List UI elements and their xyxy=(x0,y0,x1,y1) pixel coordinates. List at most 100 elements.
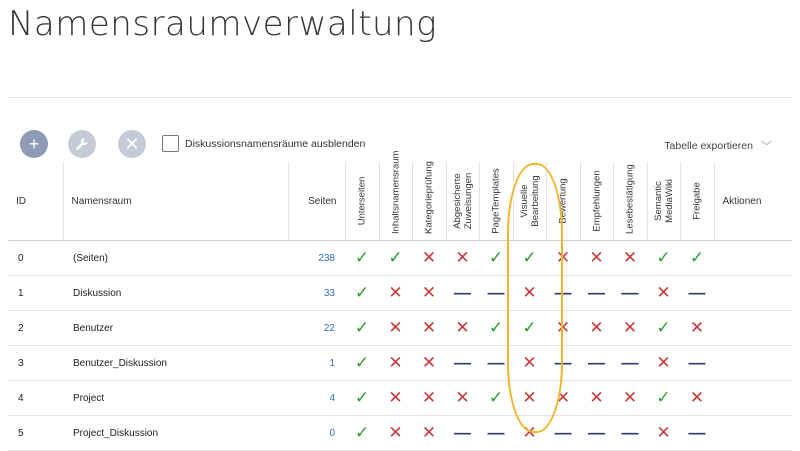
column-header-feature[interactable]: Kategorieprüfung xyxy=(411,161,446,241)
cross-icon: ✕ xyxy=(522,388,537,407)
feature-status-cell: ✕ xyxy=(613,310,647,346)
column-header-feature[interactable]: Freigabe xyxy=(679,162,714,241)
cross-icon: ✕ xyxy=(522,423,537,442)
column-header-feature[interactable]: Inhaltsnamensraum xyxy=(378,150,412,241)
column-header-feature[interactable]: Visuelle Bearbeitung xyxy=(512,162,546,241)
column-header-id[interactable]: ID xyxy=(8,162,63,241)
feature-status-cell: ✓ xyxy=(647,240,680,276)
dash-icon: — xyxy=(588,353,605,372)
cross-icon: ✕ xyxy=(388,388,403,407)
feature-status-cell: ✕ xyxy=(412,380,446,416)
export-table-button[interactable]: Tabelle exportieren ﹀ xyxy=(664,138,772,154)
feature-status-cell: ✕ xyxy=(513,275,546,311)
cross-icon: ✕ xyxy=(421,248,437,267)
cross-icon: ✕ xyxy=(656,423,671,442)
feature-status-cell: — xyxy=(613,345,647,381)
column-header-feature[interactable]: Unterseiten xyxy=(344,162,379,241)
feature-status-cell: ✕ xyxy=(379,380,412,416)
column-header-feature[interactable]: Empfehlungen xyxy=(579,162,613,241)
cross-icon: ✕ xyxy=(421,283,437,302)
check-icon: ✓ xyxy=(656,318,671,337)
namespace-id: 1 xyxy=(8,275,63,311)
feature-status-cell: ✕ xyxy=(412,240,446,276)
dash-icon: — xyxy=(621,353,639,372)
add-namespace-button[interactable]: + xyxy=(20,130,48,158)
cross-icon: ✕ xyxy=(622,318,638,337)
feature-status-cell: — xyxy=(446,345,479,381)
chevron-down-icon: ﹀ xyxy=(761,141,772,153)
hide-discussion-toggle[interactable]: Diskussionsnamensräume ausblenden xyxy=(162,135,365,152)
feature-status-cell: ✕ xyxy=(513,345,546,381)
column-header-feature-label: Abgesicherte Zuweisungen xyxy=(451,172,474,230)
close-icon: ✕ xyxy=(124,133,140,154)
column-header-namespace[interactable]: Namensraum xyxy=(62,162,288,241)
column-header-feature[interactable]: Semantic MediaWiki xyxy=(646,162,680,241)
feature-status-cell: ✕ xyxy=(446,310,479,346)
column-header-feature[interactable]: Lesebestätigung xyxy=(612,162,647,241)
table-row[interactable]: 0 (Seiten) 238 ✓ ✓ ✕ ✕ ✓ ✓ ✕ ✕ ✕ ✓ ✓ xyxy=(8,240,792,276)
namespace-name: Benutzer xyxy=(63,310,288,346)
dash-icon: — xyxy=(621,283,639,302)
column-header-feature[interactable]: Bewertung xyxy=(545,162,580,241)
hide-discussion-checkbox[interactable] xyxy=(162,135,179,152)
column-header-feature-label: Inhaltsnamensraum xyxy=(390,150,401,234)
feature-status-cell: ✕ xyxy=(513,380,546,416)
table-row[interactable]: 1 Diskussion 33 ✓ ✕ ✕ — — ✕ — — — ✕ — xyxy=(8,275,792,311)
cross-icon: ✕ xyxy=(689,388,705,407)
check-icon: ✓ xyxy=(656,248,671,267)
column-header-feature[interactable]: PageTemplates xyxy=(478,162,513,241)
cross-icon: ✕ xyxy=(689,318,705,337)
feature-status-cell: — xyxy=(479,275,513,311)
feature-status-cell: ✕ xyxy=(412,275,446,311)
feature-status-cell: ✕ xyxy=(680,380,714,416)
feature-status-cell: — xyxy=(546,275,580,311)
dash-icon: — xyxy=(487,353,505,372)
feature-status-cell: ✕ xyxy=(412,310,446,346)
dash-icon: — xyxy=(588,423,605,442)
feature-status-cell: ✓ xyxy=(479,240,513,276)
column-header-feature-label: Unterseiten xyxy=(356,176,368,226)
column-header-feature-label: Semantic MediaWiki xyxy=(652,179,675,223)
check-icon: ✓ xyxy=(354,388,370,407)
feature-status-cell: ✕ xyxy=(446,380,479,416)
feature-status-cell: ✕ xyxy=(680,310,714,346)
feature-status-cell: — xyxy=(580,275,613,311)
feature-status-cell: ✕ xyxy=(379,415,412,451)
feature-status-cell: ✕ xyxy=(412,415,446,451)
dash-icon: — xyxy=(588,283,605,302)
namespace-page-count-link[interactable]: 1 xyxy=(288,345,345,381)
namespace-id: 5 xyxy=(8,415,63,451)
namespace-page-count-link[interactable]: 238 xyxy=(288,240,345,276)
cross-icon: ✕ xyxy=(555,248,571,267)
cross-icon: ✕ xyxy=(455,388,470,407)
cross-icon: ✕ xyxy=(622,388,638,407)
table-row[interactable]: 5 Project_Diskussion 0 ✓ ✕ ✕ — — ✕ — — — ✕ — xyxy=(8,415,792,451)
check-icon: ✓ xyxy=(689,248,705,267)
edit-namespace-button[interactable] xyxy=(68,130,96,158)
feature-status-cell: ✕ xyxy=(546,310,580,346)
table-row[interactable]: 2 Benutzer 22 ✓ ✕ ✕ ✕ ✓ ✓ ✕ ✕ ✕ ✓ ✕ xyxy=(8,310,792,346)
table-row[interactable]: 3 Benutzer_Diskussion 1 ✓ ✕ ✕ — — ✕ — — — ✕ — xyxy=(8,345,792,381)
dash-icon: — xyxy=(454,423,471,442)
feature-status-cell: ✕ xyxy=(580,380,613,416)
feature-status-cell: — xyxy=(546,415,580,451)
cross-icon: ✕ xyxy=(589,248,604,267)
namespace-id: 4 xyxy=(8,380,63,416)
namespace-name: Project xyxy=(63,380,288,416)
column-header-actions: Aktionen xyxy=(713,162,792,241)
table-row[interactable]: 4 Project 4 ✓ ✕ ✕ ✕ ✓ ✕ ✕ ✕ ✕ ✓ ✕ xyxy=(8,380,792,416)
column-header-feature-label: Empfehlungen xyxy=(591,170,602,232)
column-header-pages[interactable]: Seiten xyxy=(287,162,345,241)
namespace-page-count-link[interactable]: 0 xyxy=(288,415,345,451)
namespace-page-count-link[interactable]: 33 xyxy=(288,275,345,311)
cross-icon: ✕ xyxy=(388,283,403,302)
feature-status-cell: — xyxy=(680,345,714,381)
delete-namespace-button[interactable]: ✕ xyxy=(118,130,146,158)
check-icon: ✓ xyxy=(354,318,370,337)
column-header-feature[interactable]: Abgesicherte Zuweisungen xyxy=(445,162,479,241)
namespace-page-count-link[interactable]: 22 xyxy=(288,310,345,346)
feature-status-cell: — xyxy=(680,415,714,451)
namespace-page-count-link[interactable]: 4 xyxy=(288,380,345,416)
feature-status-cell: ✕ xyxy=(379,345,412,381)
dash-icon: — xyxy=(487,423,505,442)
